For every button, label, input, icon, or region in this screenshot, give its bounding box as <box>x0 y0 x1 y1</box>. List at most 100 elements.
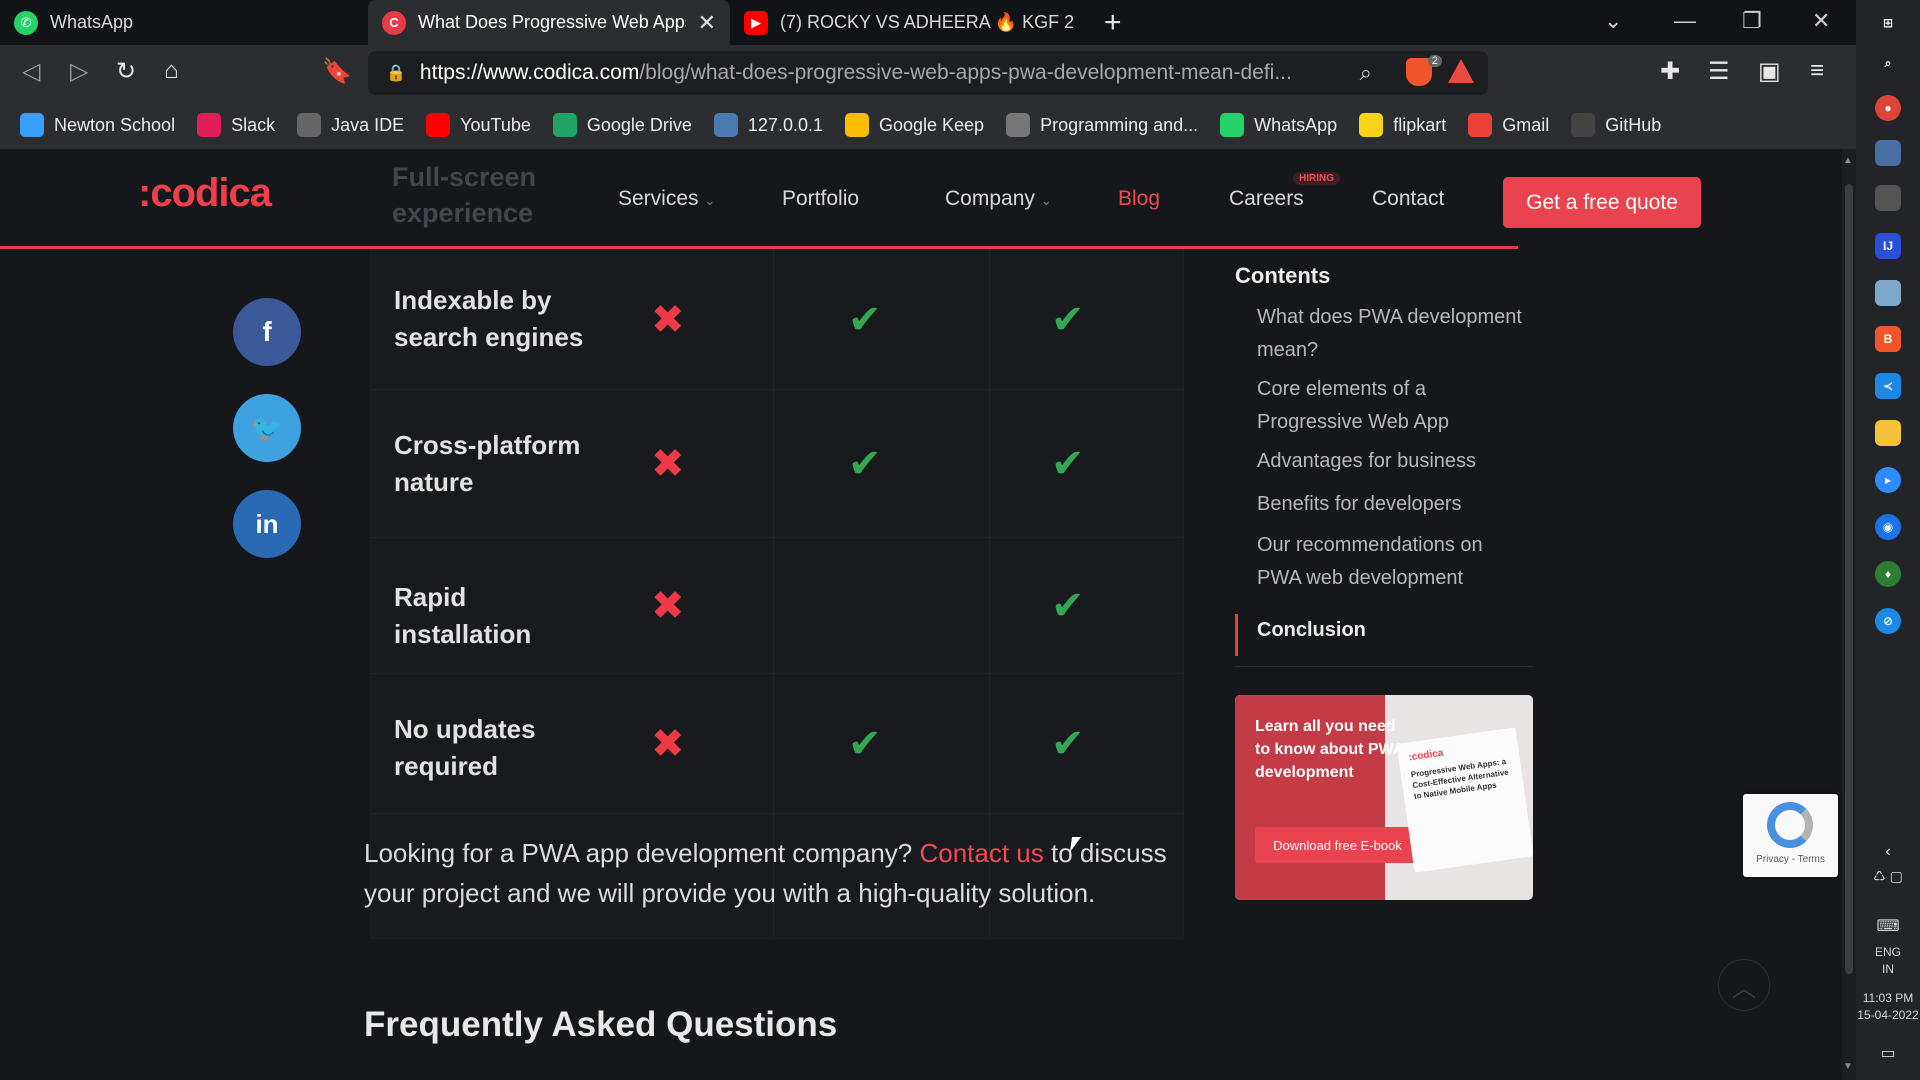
bookmark-item[interactable]: Java IDE <box>297 113 404 137</box>
tab-whatsapp[interactable]: ✆ WhatsApp <box>0 0 368 45</box>
close-window-icon[interactable]: ✕ <box>1812 8 1830 34</box>
faq-heading: Frequently Asked Questions <box>364 1005 838 1044</box>
new-tab-icon[interactable]: + <box>1104 6 1122 40</box>
bookmark-label: Newton School <box>54 114 176 135</box>
tray-chevron-icon[interactable]: ‹ <box>1856 843 1920 860</box>
check-icon: ✔ <box>848 442 882 486</box>
reload-icon[interactable]: ↻ <box>116 57 136 86</box>
download-ebook-button[interactable]: Download free E-book <box>1255 827 1420 863</box>
recaptcha-badge[interactable]: Privacy - Terms <box>1743 794 1838 877</box>
bookmark-item[interactable]: Programming and... <box>1006 113 1198 137</box>
bookmark-item[interactable]: GitHub <box>1571 113 1661 137</box>
bookmark-item[interactable]: Newton School <box>20 113 175 137</box>
flipkart-icon <box>1359 113 1384 137</box>
bookmark-item[interactable]: WhatsApp <box>1220 113 1337 137</box>
check-icon: ✔ <box>1051 298 1085 342</box>
check-icon: ✔ <box>848 722 882 766</box>
windows-start-icon[interactable]: ⊞ <box>1875 10 1901 36</box>
wallet-icon[interactable]: ▣ <box>1758 57 1781 86</box>
contents-item[interactable]: Core elements of a Progressive Web App <box>1257 373 1527 439</box>
time: 11:03 PM <box>1862 991 1914 1005</box>
facebook-share-button[interactable]: f <box>233 298 301 366</box>
brave-rewards-icon[interactable] <box>1448 59 1474 83</box>
tab-youtube[interactable]: ▶ (7) ROCKY VS ADHEERA 🔥 KGF 2 - Yo <box>730 0 1092 45</box>
contents-item[interactable]: What does PWA development mean? <box>1257 301 1527 367</box>
nav-careers[interactable]: Careers <box>1229 187 1304 211</box>
gmail-icon <box>1468 113 1493 137</box>
bookmark-item[interactable]: Gmail <box>1468 113 1549 137</box>
scrollbar-thumb[interactable] <box>1845 184 1853 974</box>
file-explorer-icon[interactable] <box>1875 420 1901 446</box>
facebook-icon: f <box>262 316 272 347</box>
contents-item[interactable]: Advantages for business <box>1257 445 1527 478</box>
page-scrollbar[interactable]: ▲ ▼ <box>1842 149 1856 1080</box>
scroll-to-top-button[interactable]: ︿ <box>1718 959 1770 1011</box>
clock[interactable]: 11:03 PM 15-04-2022 <box>1856 990 1920 1024</box>
java-ide-icon <box>297 113 322 137</box>
app-icon[interactable] <box>1875 140 1901 166</box>
vscode-icon[interactable]: ≺ <box>1875 373 1901 399</box>
brave-icon[interactable]: B <box>1875 326 1901 352</box>
app-icon[interactable]: ♦ <box>1875 561 1901 587</box>
intellij-icon[interactable]: IJ <box>1875 233 1901 259</box>
ebook-banner[interactable]: Learn all you need to know about PWA dev… <box>1235 695 1533 900</box>
table-row: Indexable by search engines ✖ ✔ ✔ <box>371 250 1185 390</box>
notifications-icon[interactable]: ▭ <box>1856 1045 1920 1062</box>
safari-icon[interactable]: ⊘ <box>1875 608 1901 634</box>
bookmark-item[interactable]: 127.0.0.1 <box>713 113 823 137</box>
tab-codica-blog[interactable]: C What Does Progressive Web Apps ✕ <box>368 0 730 45</box>
bookmark-label: Google Drive <box>586 114 692 135</box>
linkedin-share-button[interactable]: in <box>233 490 301 558</box>
menu-icon[interactable]: ≡ <box>1810 57 1824 85</box>
contact-us-link[interactable]: Contact us <box>919 838 1043 868</box>
nav-contact[interactable]: Contact <box>1372 187 1444 211</box>
search-icon[interactable]: ⌕ <box>1360 60 1372 86</box>
contents-item[interactable]: Benefits for developers <box>1257 488 1527 521</box>
google-keep-icon <box>844 113 869 137</box>
tray-icons[interactable]: ♺ ▢ <box>1856 868 1920 885</box>
get-quote-button[interactable]: Get a free quote <box>1503 177 1701 228</box>
recaptcha-terms[interactable]: Privacy - Terms <box>1743 854 1838 865</box>
twitter-share-button[interactable]: 🐦 <box>233 394 301 462</box>
keyboard-icon[interactable]: ⌨ <box>1856 918 1920 935</box>
nav-company[interactable]: Company ⌄ <box>945 187 1052 211</box>
language: ENG <box>1874 945 1901 959</box>
storage-icon[interactable] <box>1875 280 1901 306</box>
browser-toolbar: ◁ ▷ ↻ ⌂ 🔖 🔒 https://www.codica.com /blog… <box>0 45 1856 101</box>
bookmark-item[interactable]: Google Drive <box>552 113 692 137</box>
bookmark-icon[interactable]: 🔖 <box>322 57 352 86</box>
bookmark-label: 127.0.0.1 <box>747 114 823 135</box>
tab-title: (7) ROCKY VS ADHEERA 🔥 KGF 2 - Yo <box>780 12 1078 32</box>
maps-icon[interactable]: ◉ <box>1875 514 1901 540</box>
bookmark-item[interactable]: Google Keep <box>844 113 984 137</box>
bookmark-item[interactable]: flipkart <box>1359 113 1446 137</box>
contents-item[interactable]: Our recommendations on PWA web developme… <box>1257 529 1527 595</box>
contents-item[interactable]: Conclusion <box>1257 614 1527 647</box>
hiring-badge: HIRING <box>1293 172 1340 185</box>
codica-logo[interactable]: :codica <box>138 171 272 216</box>
address-bar[interactable]: 🔒 https://www.codica.com /blog/what-does… <box>368 51 1488 95</box>
forward-icon[interactable]: ▷ <box>70 57 88 86</box>
scroll-down-icon[interactable]: ▼ <box>1843 1061 1853 1072</box>
recaptcha-icon <box>1767 802 1813 848</box>
close-tab-icon[interactable]: ✕ <box>698 10 716 36</box>
nav-services[interactable]: Services ⌄ <box>618 187 715 211</box>
photos-icon[interactable] <box>1875 185 1901 211</box>
media-icon[interactable]: ☰ <box>1708 57 1730 86</box>
bookmark-item[interactable]: Slack <box>197 113 275 137</box>
zoom-icon[interactable]: ▸ <box>1875 467 1901 493</box>
tab-list-icon[interactable]: ⌄ <box>1604 8 1622 34</box>
restore-icon[interactable]: ❐ <box>1742 8 1762 34</box>
minimize-icon[interactable]: — <box>1674 8 1696 34</box>
extensions-icon[interactable]: ✚ <box>1660 57 1680 86</box>
bookmark-item[interactable]: YouTube <box>426 113 531 137</box>
nav-portfolio[interactable]: Portfolio <box>782 187 859 211</box>
date: 15-04-2022 <box>1857 1008 1919 1022</box>
search-icon[interactable]: ⌕ <box>1875 50 1901 76</box>
language-indicator[interactable]: ENG IN <box>1856 944 1920 978</box>
nav-blog[interactable]: Blog <box>1118 187 1160 211</box>
home-icon[interactable]: ⌂ <box>164 57 179 85</box>
back-icon[interactable]: ◁ <box>22 57 40 86</box>
chrome-icon[interactable]: ● <box>1875 95 1901 121</box>
scroll-up-icon[interactable]: ▲ <box>1843 155 1853 166</box>
